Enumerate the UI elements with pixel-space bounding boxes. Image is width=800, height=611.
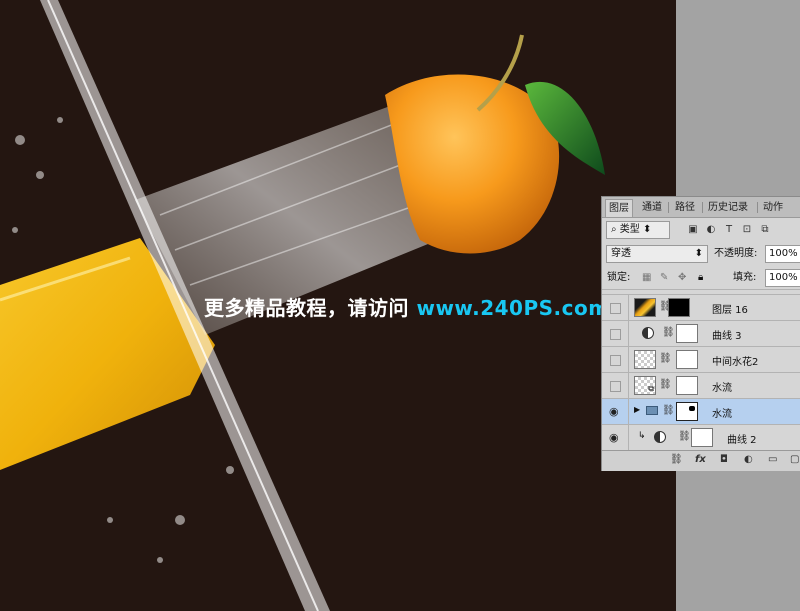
visibility-toggle[interactable] bbox=[610, 381, 621, 392]
tab-actions[interactable]: 动作 bbox=[760, 199, 786, 216]
expand-arrow-icon[interactable]: ▶ bbox=[634, 405, 640, 414]
lock-transparent-icon[interactable]: ▦ bbox=[642, 269, 651, 287]
smart-object-badge-icon: ⧉ bbox=[648, 384, 654, 393]
layer-name[interactable]: 曲线 3 bbox=[712, 327, 742, 342]
chevron-down-icon: ⬍ bbox=[694, 248, 703, 259]
layer-name[interactable]: 图层 16 bbox=[712, 301, 748, 316]
new-group-icon[interactable]: ▭ bbox=[768, 454, 777, 465]
link-icon[interactable]: ⛓ bbox=[662, 405, 675, 416]
fx-icon[interactable]: fx bbox=[695, 454, 706, 465]
layer-name[interactable]: 曲线 2 bbox=[727, 431, 757, 446]
link-layers-icon[interactable]: ⛓ bbox=[670, 454, 683, 465]
layer-thumbnail bbox=[634, 298, 656, 317]
mask-thumbnail[interactable] bbox=[676, 402, 698, 421]
visibility-toggle[interactable] bbox=[610, 355, 621, 366]
link-icon[interactable]: ⛓ bbox=[659, 379, 672, 390]
watermark-text: 更多精品教程，请访问 www.240PS.com bbox=[204, 292, 610, 321]
eye-icon[interactable]: ◉ bbox=[609, 431, 619, 444]
layer-row-water-group[interactable]: ◉ ▶ ⛓ 水流 bbox=[602, 398, 800, 424]
opacity-label: 不透明度: bbox=[714, 248, 758, 259]
eye-icon[interactable]: ◉ bbox=[609, 405, 619, 418]
link-icon[interactable]: ⛓ bbox=[659, 353, 672, 364]
layer-row-water[interactable]: ⧉ ⛓ 水流 bbox=[602, 372, 800, 398]
add-mask-icon[interactable]: ◘ bbox=[720, 454, 728, 465]
clipping-mask-icon: ↳ bbox=[638, 431, 646, 441]
layer-filter-select[interactable]: ⌕ 类型 ⬍ bbox=[606, 221, 670, 239]
smart-object-icon[interactable]: ⧉ bbox=[759, 224, 771, 236]
visibility-toggle[interactable] bbox=[610, 303, 621, 314]
layer-row-curves2[interactable]: ◉ ↳ ⛓ 曲线 2 bbox=[602, 424, 800, 450]
tab-history[interactable]: 历史记录 bbox=[705, 199, 751, 216]
panel-tab-bar: 图层 通道 路径 历史记录 动作 bbox=[602, 197, 800, 218]
shape-icon[interactable]: ⊡ bbox=[741, 224, 753, 236]
fill-field[interactable]: 100% bbox=[765, 269, 800, 287]
adjustment-icon[interactable]: ◐ bbox=[705, 224, 717, 236]
mask-detail bbox=[689, 406, 695, 411]
mask-thumbnail[interactable] bbox=[676, 350, 698, 369]
document-canvas: 更多精品教程，请访问 www.240PS.com bbox=[0, 0, 676, 611]
layer-name[interactable]: 水流 bbox=[712, 405, 732, 420]
layers-panel: 图层 通道 路径 历史记录 动作 ⌕ 类型 ⬍ ▣ ◐ T ⊡ ⧉ 穿透 ⬍ 不透… bbox=[601, 196, 800, 471]
panel-footer: ⛓ fx ◘ ◐ ▭ ▢ bbox=[602, 450, 800, 471]
layer-name[interactable]: 中间水花2 bbox=[712, 353, 758, 368]
adjustment-icon bbox=[642, 327, 654, 339]
new-layer-icon[interactable]: ▢ bbox=[790, 454, 799, 465]
tab-paths[interactable]: 路径 bbox=[672, 199, 698, 216]
layer-thumbnail: ⧉ bbox=[634, 376, 656, 395]
lock-all-icon[interactable]: 🔒︎ bbox=[698, 269, 703, 287]
link-icon[interactable]: ⛓ bbox=[678, 431, 691, 442]
opacity-field[interactable]: 100% bbox=[765, 245, 800, 263]
mask-thumbnail[interactable] bbox=[676, 324, 698, 343]
new-adjustment-icon[interactable]: ◐ bbox=[744, 454, 753, 465]
lock-position-icon[interactable]: ✥ bbox=[678, 269, 686, 287]
mask-thumbnail[interactable] bbox=[691, 428, 713, 447]
adjustment-icon bbox=[654, 431, 666, 443]
watermark-url: www.240PS.com bbox=[416, 296, 610, 320]
link-icon[interactable]: ⛓ bbox=[662, 327, 675, 338]
lock-pixels-icon[interactable]: ✎ bbox=[660, 269, 668, 287]
layer-row-layer16[interactable]: ⛓ 图层 16 bbox=[602, 294, 800, 320]
text-icon[interactable]: T bbox=[723, 224, 735, 236]
layer-row-splash2[interactable]: ⛓ 中间水花2 bbox=[602, 346, 800, 372]
fill-label: 填充: bbox=[733, 272, 757, 283]
mask-thumbnail[interactable] bbox=[668, 298, 690, 317]
folder-icon bbox=[646, 406, 658, 415]
layer-name[interactable]: 水流 bbox=[712, 379, 732, 394]
mask-thumbnail[interactable] bbox=[676, 376, 698, 395]
lock-label: 锁定: bbox=[607, 272, 631, 283]
layer-thumbnail bbox=[634, 350, 656, 369]
blend-mode-value: 穿透 bbox=[611, 248, 631, 259]
visibility-toggle[interactable] bbox=[610, 329, 621, 340]
blend-mode-select[interactable]: 穿透 ⬍ bbox=[606, 245, 708, 263]
filter-kind-label: 类型 bbox=[619, 224, 640, 235]
tab-channels[interactable]: 通道 bbox=[639, 199, 665, 216]
tab-layers[interactable]: 图层 bbox=[605, 199, 633, 217]
watermark-cn: 更多精品教程，请访问 bbox=[204, 296, 417, 320]
image-icon[interactable]: ▣ bbox=[687, 224, 699, 236]
layer-row-curves3[interactable]: ⛓ 曲线 3 bbox=[602, 320, 800, 346]
